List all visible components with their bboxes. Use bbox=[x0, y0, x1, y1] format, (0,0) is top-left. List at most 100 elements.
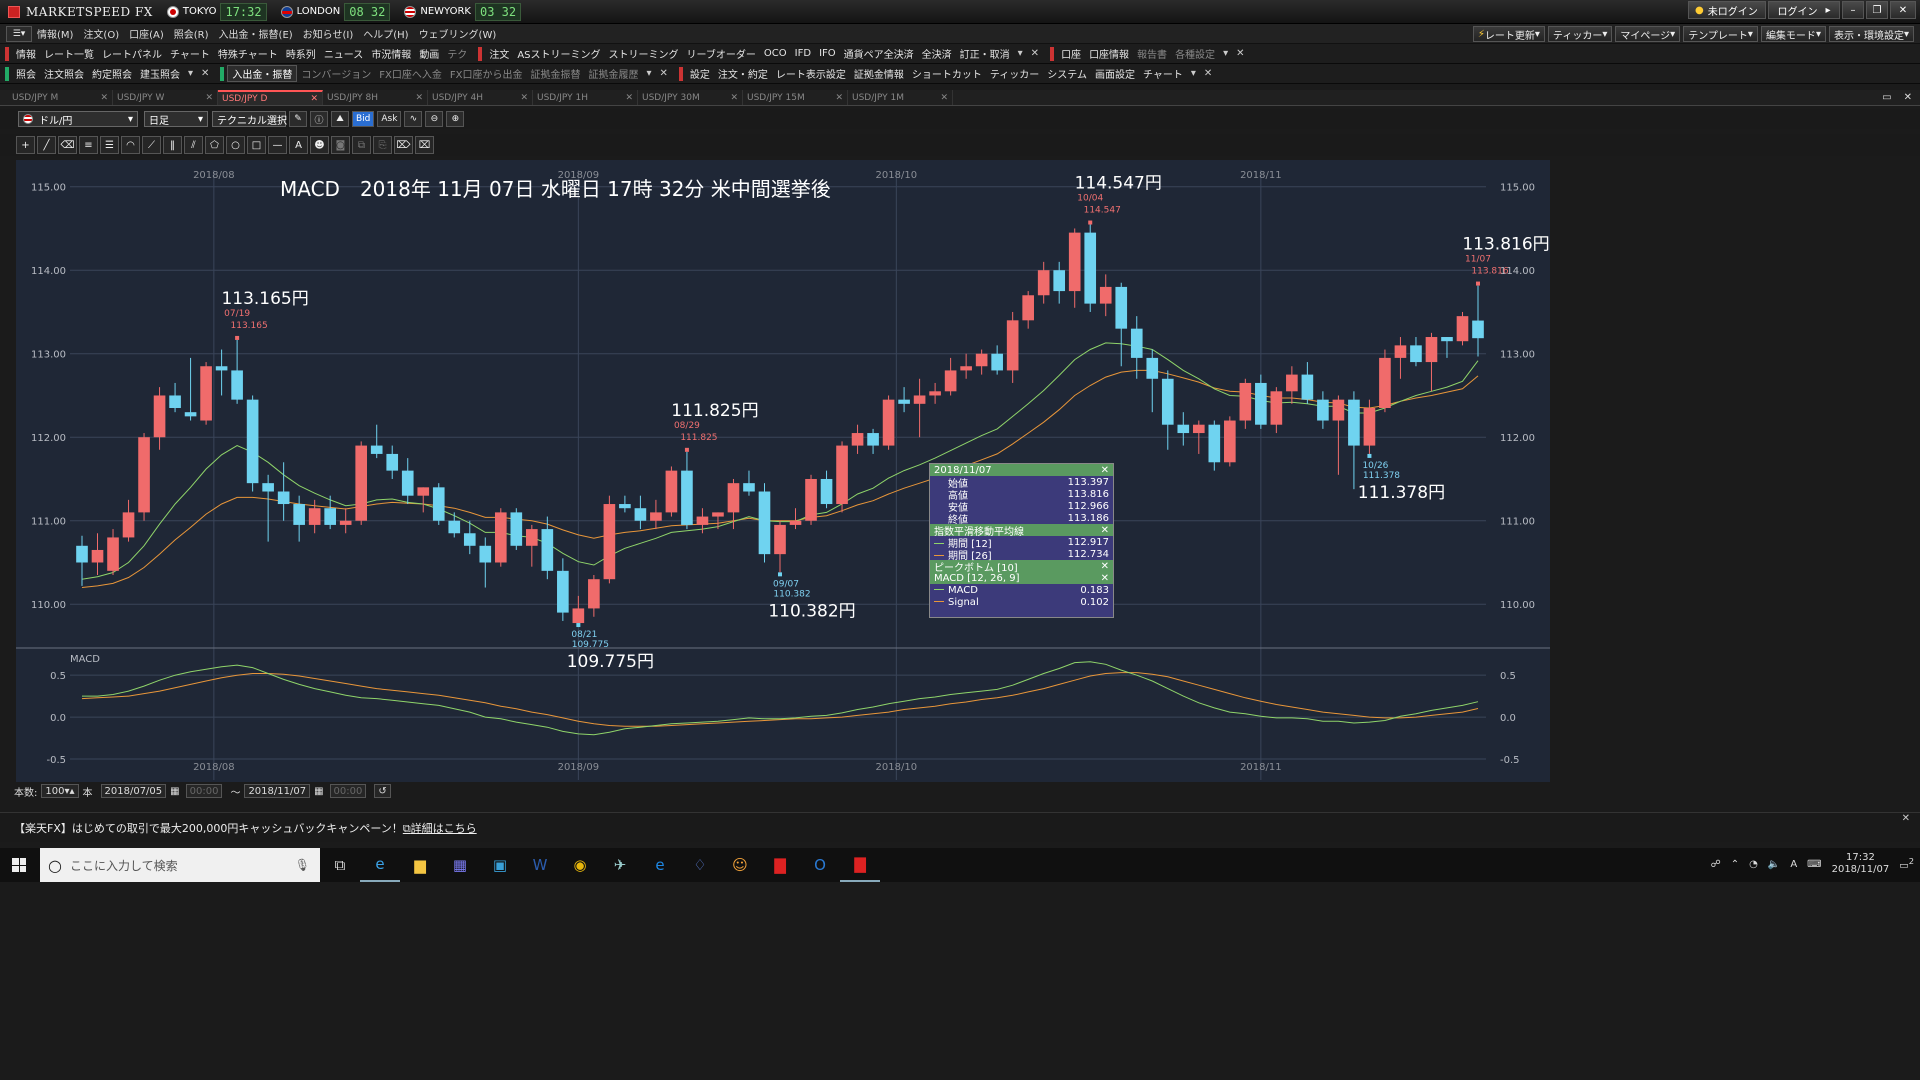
close-icon[interactable]: ✕ bbox=[940, 93, 948, 103]
horizontal-lines-icon[interactable]: ≡ bbox=[79, 136, 98, 154]
display-settings-button[interactable]: 表示・環境設定 ▾ bbox=[1828, 26, 1914, 42]
menu-help[interactable]: ヘルプ(H) bbox=[358, 26, 413, 41]
from-date[interactable]: 2018/07/05 bbox=[100, 784, 167, 798]
chart-area[interactable]: 110.00 110.00 111.00 111.00 112.00 112.00 113.… bbox=[16, 160, 1550, 782]
close-icon[interactable]: ✕ bbox=[625, 93, 633, 103]
monitor-icon[interactable]: ▣ bbox=[480, 848, 520, 882]
tb-as-streaming[interactable]: ASストリーミング bbox=[513, 46, 604, 61]
maximize-icon[interactable]: ▭ bbox=[1882, 92, 1891, 103]
tab-usdjpy-15m[interactable]: USD/JPY 15M ✕ bbox=[743, 90, 848, 105]
tb-margin-history[interactable]: 証拠金履歴 bbox=[584, 66, 642, 81]
to-date[interactable]: 2018/11/07 bbox=[244, 784, 311, 798]
mypage-button[interactable]: マイページ ▾ bbox=[1615, 26, 1681, 42]
chrome-icon[interactable]: ◉ bbox=[560, 848, 600, 882]
pen-icon[interactable]: ✎ bbox=[289, 111, 307, 127]
dropdown-icon[interactable]: ▾ bbox=[1223, 48, 1228, 59]
rate-update-button[interactable]: ⚡ レート更新 ▾ bbox=[1472, 26, 1545, 42]
ime-indicator[interactable]: A bbox=[1790, 859, 1797, 870]
marketspeed-fx-icon[interactable]: ▇ bbox=[840, 848, 880, 882]
folder-icon[interactable]: ▆ bbox=[400, 848, 440, 882]
copy-icon[interactable]: ⧉ bbox=[352, 136, 371, 154]
tb-settings[interactable]: 各種設定 bbox=[1171, 46, 1219, 61]
hamburger-menu-icon[interactable]: ☰▾ bbox=[6, 25, 32, 42]
channel-icon[interactable]: ⫽ bbox=[184, 136, 203, 154]
camera-icon[interactable]: ◙ bbox=[331, 136, 350, 154]
calendar-icon[interactable]: ▦ bbox=[170, 786, 179, 797]
tb-video[interactable]: 動画 bbox=[415, 46, 443, 61]
tb-ifo[interactable]: IFO bbox=[815, 48, 840, 59]
network-icon[interactable]: ◔ bbox=[1749, 859, 1758, 870]
close-icon[interactable]: ✕ bbox=[1101, 573, 1109, 584]
close-icon[interactable]: ✕ bbox=[1904, 92, 1912, 103]
to-time[interactable]: 00:00 bbox=[329, 784, 367, 798]
paste-icon[interactable]: ⎘ bbox=[373, 136, 392, 154]
refresh-icon[interactable]: ↺ bbox=[374, 784, 391, 798]
from-time[interactable]: 00:00 bbox=[185, 784, 223, 798]
menu-notices[interactable]: お知らせ(I) bbox=[298, 26, 359, 41]
tab-usdjpy-30m[interactable]: USD/JPY 30M ✕ bbox=[638, 90, 743, 105]
count-select[interactable]: 100 ▾▴ bbox=[41, 784, 79, 798]
tb-ticker[interactable]: ティッカー bbox=[986, 66, 1043, 81]
promo-link[interactable]: ⧉詳細はこちら bbox=[403, 820, 477, 836]
close-button[interactable]: ✕ bbox=[1890, 1, 1916, 19]
bird-icon[interactable]: ✈ bbox=[600, 848, 640, 882]
tb-conversion[interactable]: コンバージョン bbox=[297, 66, 375, 81]
edit-mode-button[interactable]: 編集モード ▾ bbox=[1760, 26, 1826, 42]
edge-icon[interactable]: e bbox=[640, 848, 680, 882]
pair-select[interactable]: ドル/円 ▾ bbox=[18, 111, 138, 127]
chevron-up-icon[interactable]: ⌃ bbox=[1731, 859, 1739, 870]
dropdown-icon[interactable]: ▾ bbox=[188, 68, 193, 79]
stamp-icon[interactable]: ☻ bbox=[310, 136, 329, 154]
task-view-icon[interactable]: ⧉ bbox=[320, 848, 360, 882]
close-icon[interactable]: ✕ bbox=[1204, 68, 1212, 79]
trendline-icon[interactable]: ╱ bbox=[37, 136, 56, 154]
tb-special-chart[interactable]: 特殊チャート bbox=[214, 46, 282, 61]
tb-screen[interactable]: 画面設定 bbox=[1091, 66, 1139, 81]
tb-rate-panel[interactable]: レートパネル bbox=[98, 46, 166, 61]
tb-deposit[interactable]: FX口座へ入金 bbox=[375, 66, 446, 81]
tb-pair-settle[interactable]: 通貨ペア全決済 bbox=[840, 46, 918, 61]
tb-all-settle[interactable]: 全決済 bbox=[918, 46, 956, 61]
dropdown-icon[interactable]: ▾ bbox=[646, 68, 651, 79]
login-button[interactable]: ログイン ▸ bbox=[1768, 1, 1840, 19]
tb-technical[interactable]: テク bbox=[443, 46, 471, 61]
menu-webring[interactable]: ウェブリング(W) bbox=[414, 26, 502, 41]
mountain-chart-icon[interactable]: ⛰ bbox=[331, 111, 349, 127]
tab-usdjpy-1m[interactable]: USD/JPY 1M ✕ bbox=[848, 90, 953, 105]
calendar-icon[interactable]: ▦ bbox=[314, 786, 323, 797]
tab-usdjpy-1h[interactable]: USD/JPY 1H ✕ bbox=[533, 90, 638, 105]
dropdown-icon[interactable]: ▾ bbox=[1191, 68, 1196, 79]
close-icon[interactable]: ✕ bbox=[1101, 465, 1109, 476]
calculator-icon[interactable]: ▦ bbox=[440, 848, 480, 882]
tb-withdraw[interactable]: FX口座から出金 bbox=[446, 66, 527, 81]
close-icon[interactable]: ✕ bbox=[1236, 48, 1244, 59]
clock[interactable]: 17:32 2018/11/07 bbox=[1832, 852, 1890, 876]
tb-news[interactable]: ニュース bbox=[320, 46, 368, 61]
app-orange-icon[interactable]: ☺ bbox=[720, 848, 760, 882]
close-icon[interactable]: ✕ bbox=[1031, 48, 1039, 59]
menu-account[interactable]: 口座(A) bbox=[124, 26, 169, 41]
notification-icon[interactable]: ▭2 bbox=[1899, 856, 1914, 871]
arc-icon[interactable]: ◠ bbox=[121, 136, 140, 154]
keyboard-icon[interactable]: ⌨ bbox=[1807, 859, 1821, 870]
close-icon[interactable]: ✕ bbox=[1902, 813, 1910, 824]
tb-execution-inquiry[interactable]: 約定照会 bbox=[88, 66, 136, 81]
rectangle-icon[interactable]: □ bbox=[247, 136, 266, 154]
tb-account-info[interactable]: 口座情報 bbox=[1085, 46, 1133, 61]
close-icon[interactable]: ✕ bbox=[201, 68, 209, 79]
technical-select[interactable]: テクニカル選択▾ bbox=[212, 111, 298, 127]
taskbar-search[interactable]: ○ ここに入力して検索 🎙 bbox=[40, 848, 320, 882]
zoom-out-icon[interactable]: ⊖ bbox=[425, 111, 444, 127]
info-icon[interactable]: ⓘ bbox=[310, 111, 328, 127]
tb-shortcut[interactable]: ショートカット bbox=[908, 66, 986, 81]
circle-icon[interactable]: ○ bbox=[226, 136, 245, 154]
eraser-icon[interactable]: ⌫ bbox=[58, 136, 77, 154]
fibonacci-icon[interactable]: ☰ bbox=[100, 136, 119, 154]
tb-rate-display[interactable]: レート表示設定 bbox=[772, 66, 850, 81]
menu-info[interactable]: 情報(M) bbox=[32, 26, 78, 41]
tab-usdjpy-m[interactable]: USD/JPY M ✕ bbox=[8, 90, 113, 105]
tb-modify-cancel[interactable]: 訂正・取消 bbox=[956, 46, 1014, 61]
windows-start-icon[interactable] bbox=[12, 858, 26, 872]
word-icon[interactable]: W bbox=[520, 848, 560, 882]
tab-usdjpy-d[interactable]: USD/JPY D ✕ bbox=[218, 90, 323, 105]
